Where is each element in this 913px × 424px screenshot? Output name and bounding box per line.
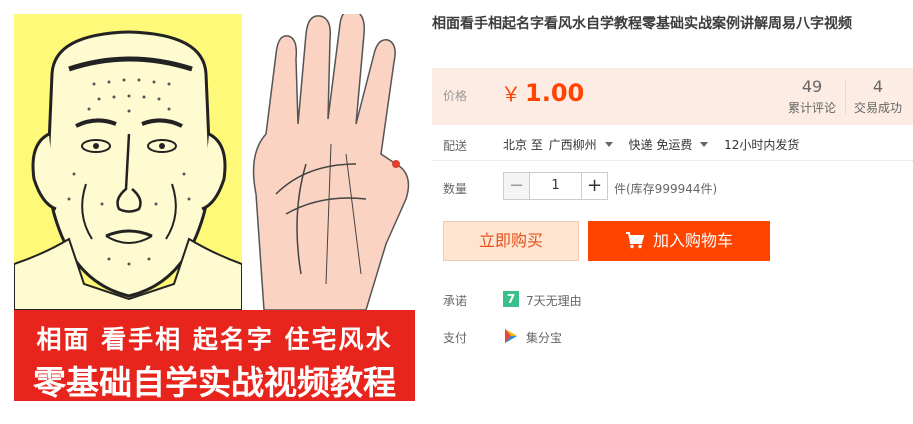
deals-stat: 4 交易成功 (852, 77, 904, 117)
add-to-cart-button[interactable]: 加入购物车 (588, 221, 770, 261)
payment-label: 支付 (443, 331, 468, 345)
chevron-down-icon (604, 142, 613, 147)
deals-label: 交易成功 (853, 101, 902, 115)
product-image[interactable]: 相面 看手相 起名字 住宅风水 零基础自学实战视频教程 (14, 14, 415, 401)
face-reading-illustration (14, 14, 243, 311)
shipping-info: 北京 至 广西柳州 快递 免运费 12小时内发货 (503, 136, 801, 153)
quantity-label: 数量 (443, 182, 468, 196)
currency-symbol: ￥ (501, 82, 521, 106)
reviews-label: 累计评论 (787, 101, 836, 115)
price-value: ￥ 1.00 (501, 78, 584, 107)
cart-icon (625, 232, 645, 249)
price-label: 价格 (443, 89, 468, 103)
stat-divider (845, 80, 846, 114)
palm-reading-illustration (246, 14, 415, 311)
promise-text[interactable]: 7天无理由 (526, 292, 582, 309)
ship-method-select[interactable]: 快递 免运费 (629, 138, 719, 152)
stock-info: 件(库存999944件) (614, 182, 718, 196)
quantity-decrease-button[interactable]: − (503, 172, 530, 200)
jifenbao-icon (505, 329, 517, 343)
quantity-stepper: − 1 + (503, 172, 608, 200)
deals-count: 4 (872, 77, 884, 96)
chevron-down-icon (700, 142, 709, 147)
price-amount: 1.00 (525, 79, 585, 107)
promo-banner: 相面 看手相 起名字 住宅风水 零基础自学实战视频教程 (14, 310, 415, 401)
quantity-increase-button[interactable]: + (581, 172, 608, 200)
ship-to-select[interactable]: 广西柳州 (549, 138, 623, 152)
reviews-count: 49 (801, 77, 823, 96)
ship-from: 北京 至 (503, 138, 543, 152)
price-panel: 价格 ￥ 1.00 49 累计评论 4 交易成功 (432, 68, 913, 125)
ship-method: 快递 免运费 (628, 138, 693, 152)
product-title: 相面看手相起名字看风水自学教程零基础实战案例讲解周易八字视频 (432, 16, 852, 32)
buy-now-button[interactable]: 立即购买 (443, 221, 579, 261)
ship-dispatch: 12小时内发货 (724, 138, 800, 152)
shipping-label: 配送 (443, 139, 468, 153)
quantity-input[interactable]: 1 (530, 172, 581, 200)
banner-line-2: 零基础自学实战视频教程 (33, 363, 396, 401)
promise-label: 承诺 (443, 294, 468, 308)
banner-line-1: 相面 看手相 起名字 住宅风水 (36, 325, 393, 354)
seven-day-return-icon: 7 (503, 291, 519, 307)
add-to-cart-label: 加入购物车 (652, 231, 733, 250)
reviews-stat[interactable]: 49 累计评论 (786, 77, 838, 117)
ship-to: 广西柳州 (548, 138, 597, 152)
payment-method[interactable]: 集分宝 (526, 329, 562, 346)
divider (432, 160, 913, 161)
